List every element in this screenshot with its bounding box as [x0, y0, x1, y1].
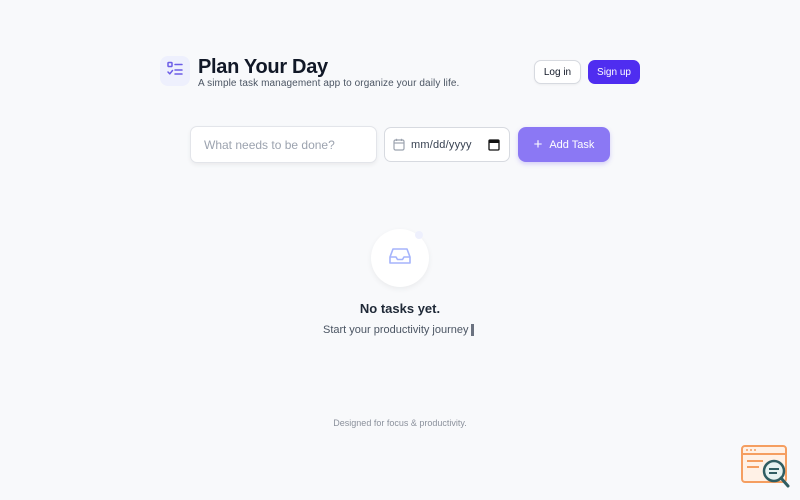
page-subtitle: A simple task management app to organize…	[198, 78, 460, 89]
add-task-label: Add Task	[549, 138, 595, 151]
inbox-icon	[388, 246, 412, 271]
checklist-icon	[166, 60, 184, 83]
logo	[160, 56, 190, 86]
typing-cursor	[471, 324, 474, 336]
page-title: Plan Your Day	[198, 56, 328, 78]
add-task-button[interactable]: + Add Task	[518, 127, 610, 162]
empty-state-subtitle: Start your productivity journey	[323, 324, 469, 336]
plus-icon: +	[533, 136, 543, 153]
signup-button[interactable]: Sign up	[588, 60, 640, 84]
empty-state-title: No tasks yet.	[359, 301, 441, 316]
decorative-dot	[415, 231, 423, 239]
calendar-picker-icon[interactable]	[488, 138, 500, 154]
login-button[interactable]: Log in	[534, 60, 581, 84]
due-date-input[interactable]: mm/dd/yyyy	[384, 127, 510, 162]
footer-text: Designed for focus & productivity.	[333, 418, 467, 428]
task-input[interactable]: What needs to be done?	[190, 126, 377, 163]
app-header: Plan Your Day A simple task management a…	[160, 56, 640, 92]
browser-search-icon[interactable]	[741, 445, 791, 494]
calendar-icon	[393, 138, 405, 154]
date-placeholder: mm/dd/yyyy	[411, 139, 472, 151]
